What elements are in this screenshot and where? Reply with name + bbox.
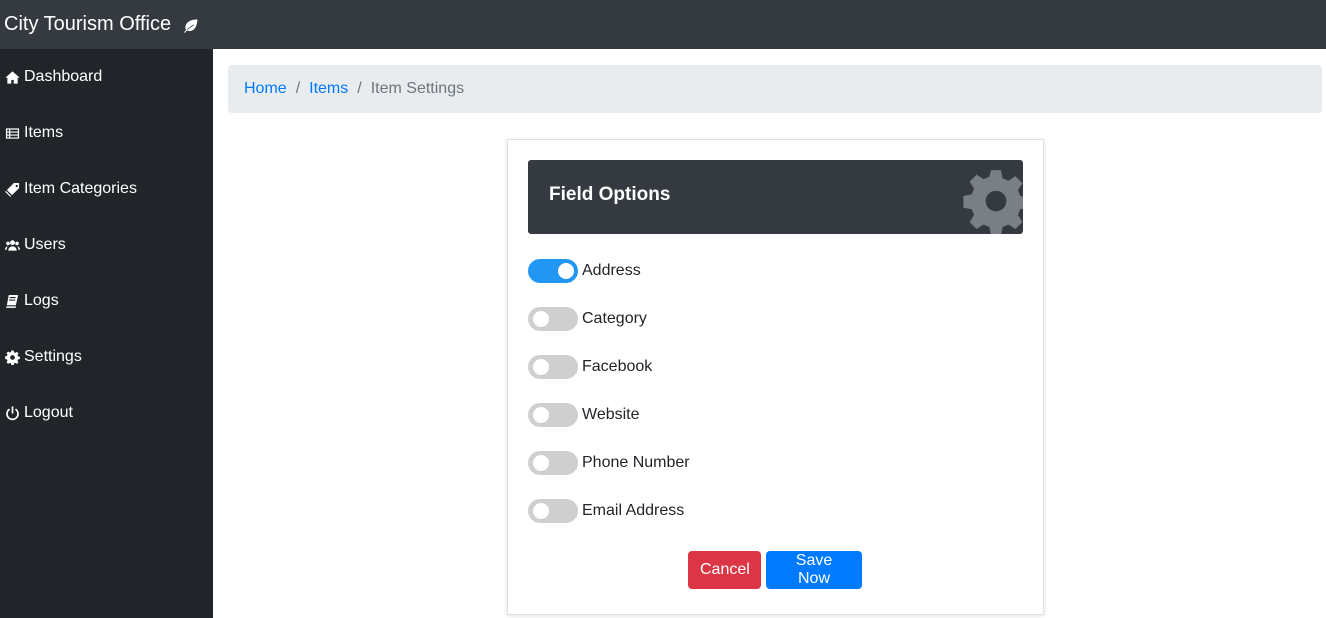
category-toggle[interactable] <box>528 307 578 331</box>
sidebar-item-label: Settings <box>24 348 82 365</box>
sidebar-item-label: Logs <box>24 292 59 309</box>
sidebar-item-logs[interactable]: Logs <box>0 273 213 329</box>
option-label: Facebook <box>582 358 653 375</box>
sidebar-item-items[interactable]: Items <box>0 105 213 161</box>
sidebar-item-label: Users <box>24 236 66 253</box>
form-actions: Cancel Save Now <box>688 551 862 589</box>
facebook-toggle[interactable] <box>528 355 578 379</box>
cancel-button[interactable]: Cancel <box>688 551 761 589</box>
sidebar-item-label: Logout <box>24 404 73 421</box>
options-list: Address Category Facebook Website Phone … <box>528 257 690 535</box>
book-icon <box>4 293 20 309</box>
option-address: Address <box>528 247 690 295</box>
breadcrumb-separator: / <box>295 80 301 97</box>
breadcrumb-home-link[interactable]: Home <box>244 80 287 98</box>
gear-icon <box>4 349 20 365</box>
sidebar-item-dashboard[interactable]: Dashboard <box>0 49 213 105</box>
card-title: Field Options <box>549 184 671 205</box>
list-icon <box>4 125 20 141</box>
option-email-address: Email Address <box>528 487 690 535</box>
sidebar-item-settings[interactable]: Settings <box>0 329 213 385</box>
option-phone-number: Phone Number <box>528 439 690 487</box>
toggle-knob <box>533 311 549 327</box>
toggle-knob <box>558 263 574 279</box>
option-label: Email Address <box>582 502 685 519</box>
sidebar: Dashboard Items Item Categories Users Lo… <box>0 49 213 618</box>
option-facebook: Facebook <box>528 343 690 391</box>
toggle-knob <box>533 455 549 471</box>
brand-link[interactable]: City Tourism Office <box>4 13 199 36</box>
toggle-knob <box>533 359 549 375</box>
breadcrumb-separator: / <box>357 80 362 97</box>
card-header: Field Options <box>528 160 1023 234</box>
home-icon <box>4 69 20 85</box>
toggle-knob <box>533 503 549 519</box>
sidebar-item-logout[interactable]: Logout <box>0 385 213 441</box>
save-button[interactable]: Save Now <box>766 551 862 589</box>
phone-number-toggle[interactable] <box>528 451 578 475</box>
sidebar-item-label: Item Categories <box>24 180 137 197</box>
toggle-knob <box>533 407 549 423</box>
power-icon <box>4 405 20 421</box>
leaf-icon <box>183 17 199 33</box>
sidebar-item-item-categories[interactable]: Item Categories <box>0 161 213 217</box>
email-address-toggle[interactable] <box>528 499 578 523</box>
option-category: Category <box>528 295 690 343</box>
sidebar-item-label: Dashboard <box>24 68 103 85</box>
users-icon <box>4 237 20 253</box>
option-label: Address <box>582 262 641 279</box>
website-toggle[interactable] <box>528 403 578 427</box>
option-label: Website <box>582 406 640 423</box>
gear-icon <box>963 168 1023 234</box>
sidebar-item-label: Items <box>24 124 64 141</box>
breadcrumb-current: Item Settings <box>370 80 465 97</box>
breadcrumb-items-link[interactable]: Items <box>309 80 348 98</box>
tags-icon <box>4 181 20 197</box>
sidebar-item-users[interactable]: Users <box>0 217 213 273</box>
address-toggle[interactable] <box>528 259 578 283</box>
app-title: City Tourism Office <box>4 13 172 35</box>
top-navbar: City Tourism Office <box>0 0 1326 49</box>
breadcrumb: Home / Items / Item Settings <box>228 65 1322 113</box>
option-website: Website <box>528 391 690 439</box>
field-options-card: Field Options Address Category Facebook … <box>507 139 1044 615</box>
option-label: Category <box>582 310 647 327</box>
option-label: Phone Number <box>582 454 690 471</box>
